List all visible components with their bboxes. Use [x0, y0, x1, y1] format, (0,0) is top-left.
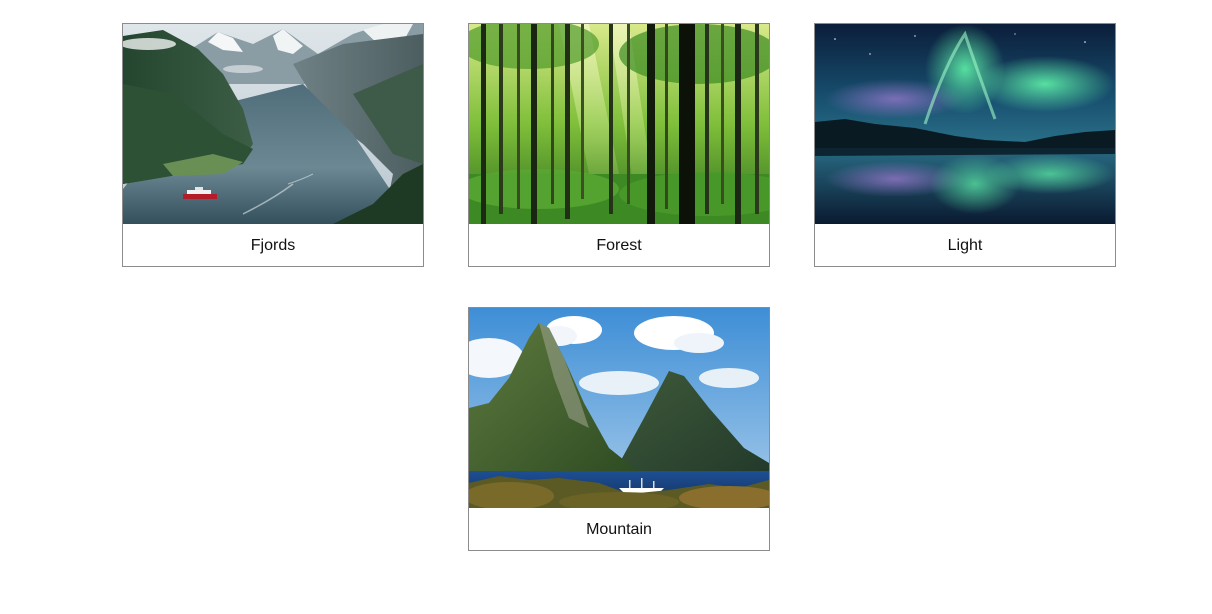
forest-caption: Forest — [596, 237, 642, 254]
gallery-card-fjords[interactable]: Fjords — [122, 23, 424, 267]
forest-photo[interactable] — [469, 24, 769, 224]
gallery-card-mountain[interactable]: Mountain — [468, 307, 770, 551]
fjords-photo[interactable] — [123, 24, 423, 224]
fjords-caption: Fjords — [250, 237, 296, 254]
mountain-caption: Mountain — [586, 521, 652, 538]
image-gallery: Fjords Forest Light Mountain — [0, 0, 1212, 614]
mountain-photo[interactable] — [469, 308, 769, 508]
gallery-card-forest[interactable]: Forest — [468, 23, 770, 267]
light-photo[interactable] — [815, 24, 1115, 224]
gallery-card-light[interactable]: Light — [814, 23, 1116, 267]
light-caption: Light — [947, 237, 983, 254]
